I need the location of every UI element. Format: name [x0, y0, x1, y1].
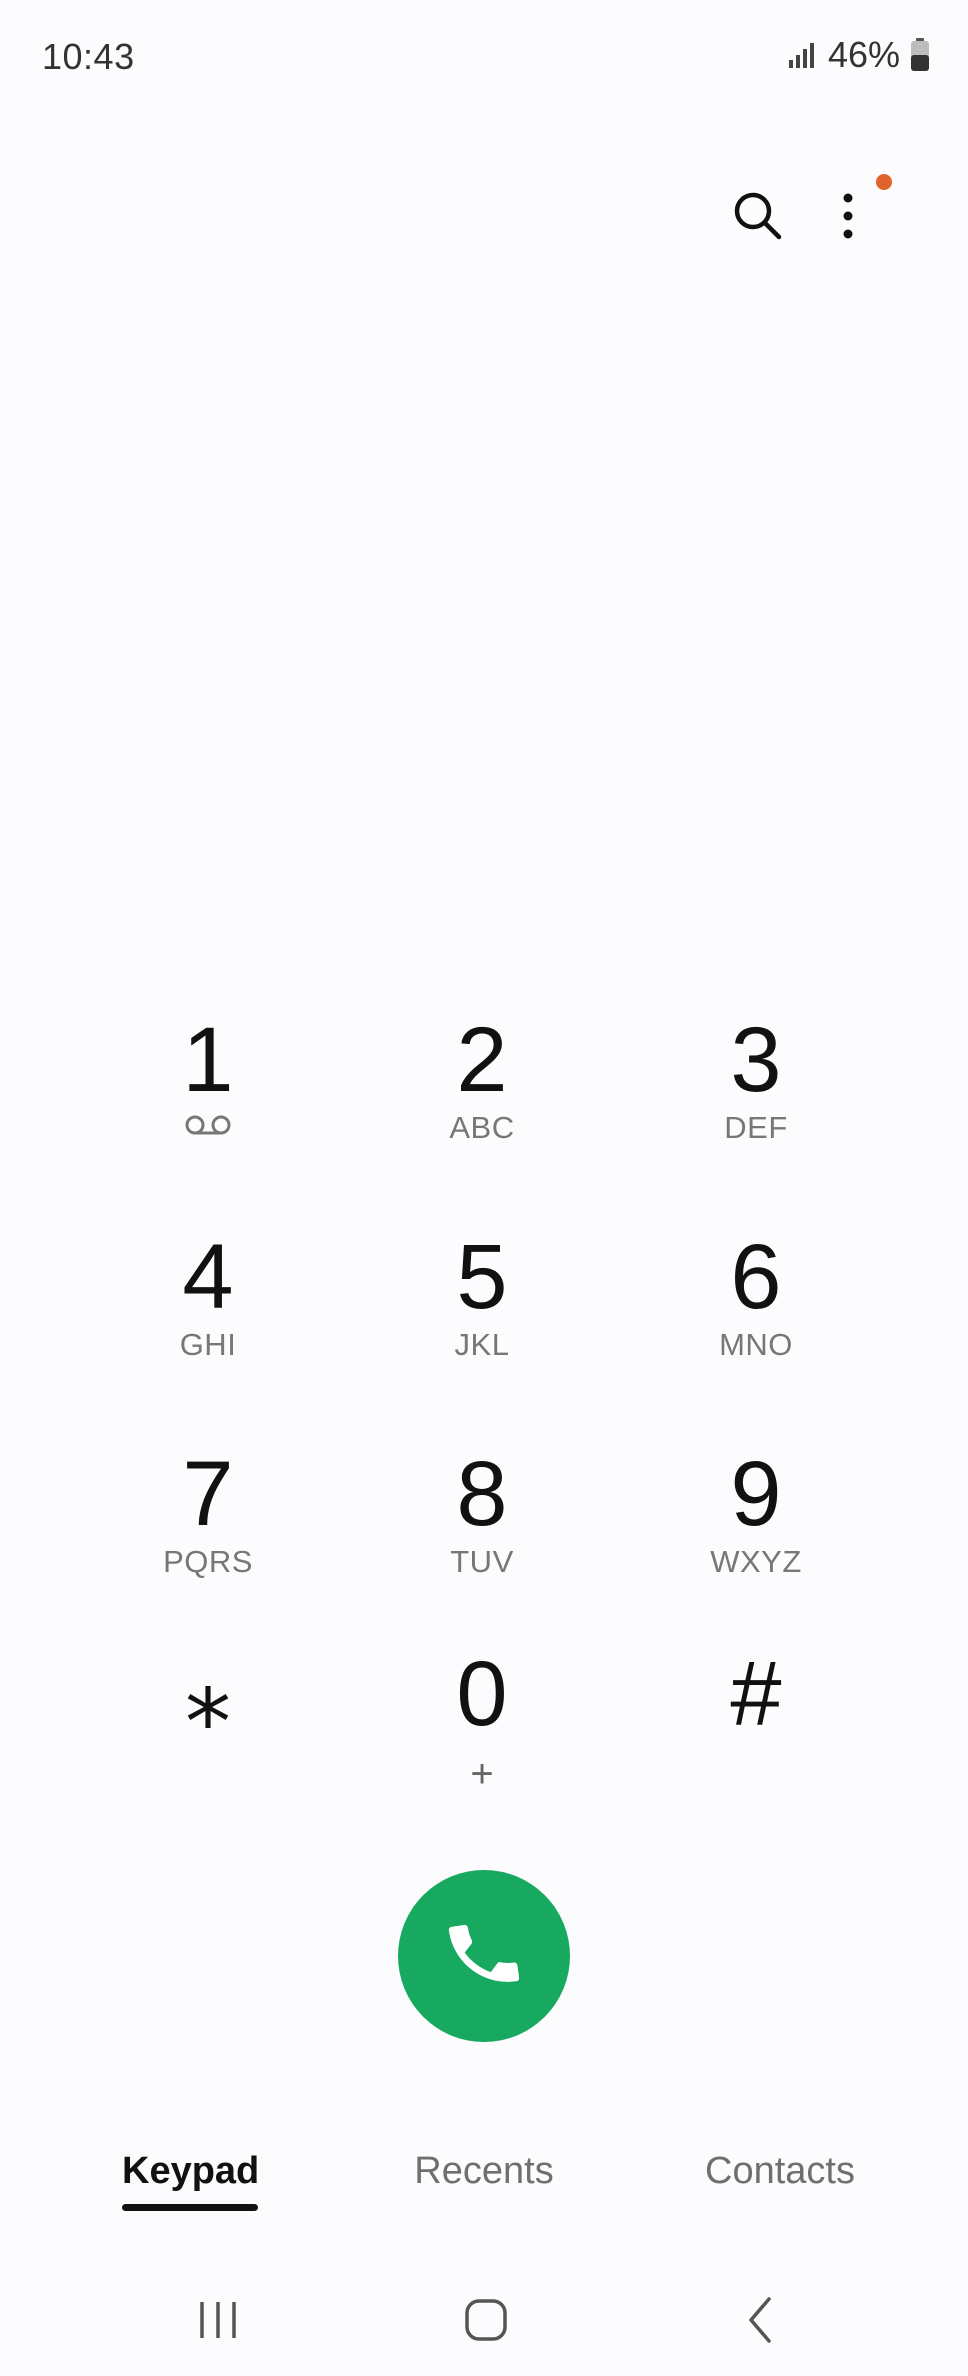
search-button[interactable] — [728, 186, 788, 246]
key-digit: 3 — [730, 1009, 782, 1111]
bottom-tabs: Keypad Recents Contacts — [0, 2140, 968, 2240]
active-tab-indicator — [122, 2204, 258, 2211]
key-5[interactable]: 5 JKL — [382, 1227, 582, 1407]
top-toolbar — [668, 174, 968, 250]
home-button[interactable] — [446, 2292, 526, 2352]
key-digit: 4 — [182, 1226, 234, 1328]
home-icon — [464, 2298, 508, 2347]
tab-contacts[interactable]: Contacts — [690, 2150, 870, 2193]
key-1[interactable]: 1 — [108, 1010, 308, 1190]
key-digit: 1 — [182, 1009, 234, 1111]
key-letters: + — [470, 1752, 494, 1796]
back-icon — [743, 2296, 777, 2349]
key-digit: 7 — [182, 1443, 234, 1545]
voicemail-icon — [108, 1110, 308, 1146]
key-letters: GHI — [179, 1327, 237, 1362]
key-digit: # — [730, 1643, 782, 1745]
status-time: 10:43 — [42, 36, 135, 77]
key-digit: 6 — [730, 1226, 782, 1328]
key-digit: ⁎ — [185, 1643, 231, 1745]
search-icon — [728, 192, 788, 250]
key-letters: WXYZ — [710, 1544, 802, 1579]
key-3[interactable]: 3 DEF — [656, 1010, 856, 1190]
status-bar: 10:43 46% — [0, 0, 968, 110]
key-letters: JKL — [454, 1327, 510, 1362]
key-0[interactable]: 0 + — [382, 1644, 582, 1824]
system-nav-bar — [0, 2280, 968, 2376]
key-9[interactable]: 9 WXYZ — [656, 1444, 856, 1624]
more-options-button[interactable] — [818, 186, 878, 246]
battery-percent: 46% — [827, 34, 900, 75]
tab-recents[interactable]: Recents — [404, 2150, 564, 2193]
key-digit: 5 — [456, 1226, 508, 1328]
back-button[interactable] — [720, 2292, 800, 2352]
key-8[interactable]: 8 TUV — [382, 1444, 582, 1624]
key-digit: 0 — [456, 1643, 508, 1745]
status-indicators: 46% — [788, 34, 930, 76]
signal-icon — [788, 42, 818, 68]
key-letters: TUV — [450, 1544, 514, 1579]
notification-dot — [876, 174, 892, 190]
more-options-icon — [818, 193, 878, 250]
key-letters: DEF — [724, 1110, 788, 1145]
battery-icon — [910, 38, 930, 72]
call-button[interactable] — [398, 1870, 570, 2042]
key-2[interactable]: 2 ABC — [382, 1010, 582, 1190]
key-digit: 2 — [456, 1009, 508, 1111]
key-4[interactable]: 4 GHI — [108, 1227, 308, 1407]
key-star[interactable]: ⁎ — [108, 1644, 308, 1824]
recent-apps-icon — [196, 2300, 240, 2345]
phone-icon — [442, 1912, 526, 2001]
key-digit: 8 — [456, 1443, 508, 1545]
key-6[interactable]: 6 MNO — [656, 1227, 856, 1407]
key-digit: 9 — [730, 1443, 782, 1545]
tab-keypad[interactable]: Keypad — [122, 2150, 259, 2193]
key-letters: ABC — [449, 1110, 515, 1145]
key-letters: PQRS — [163, 1544, 253, 1579]
recent-apps-button[interactable] — [178, 2292, 258, 2352]
key-hash[interactable]: # — [656, 1644, 856, 1824]
key-letters: MNO — [719, 1327, 793, 1362]
key-7[interactable]: 7 PQRS — [108, 1444, 308, 1624]
